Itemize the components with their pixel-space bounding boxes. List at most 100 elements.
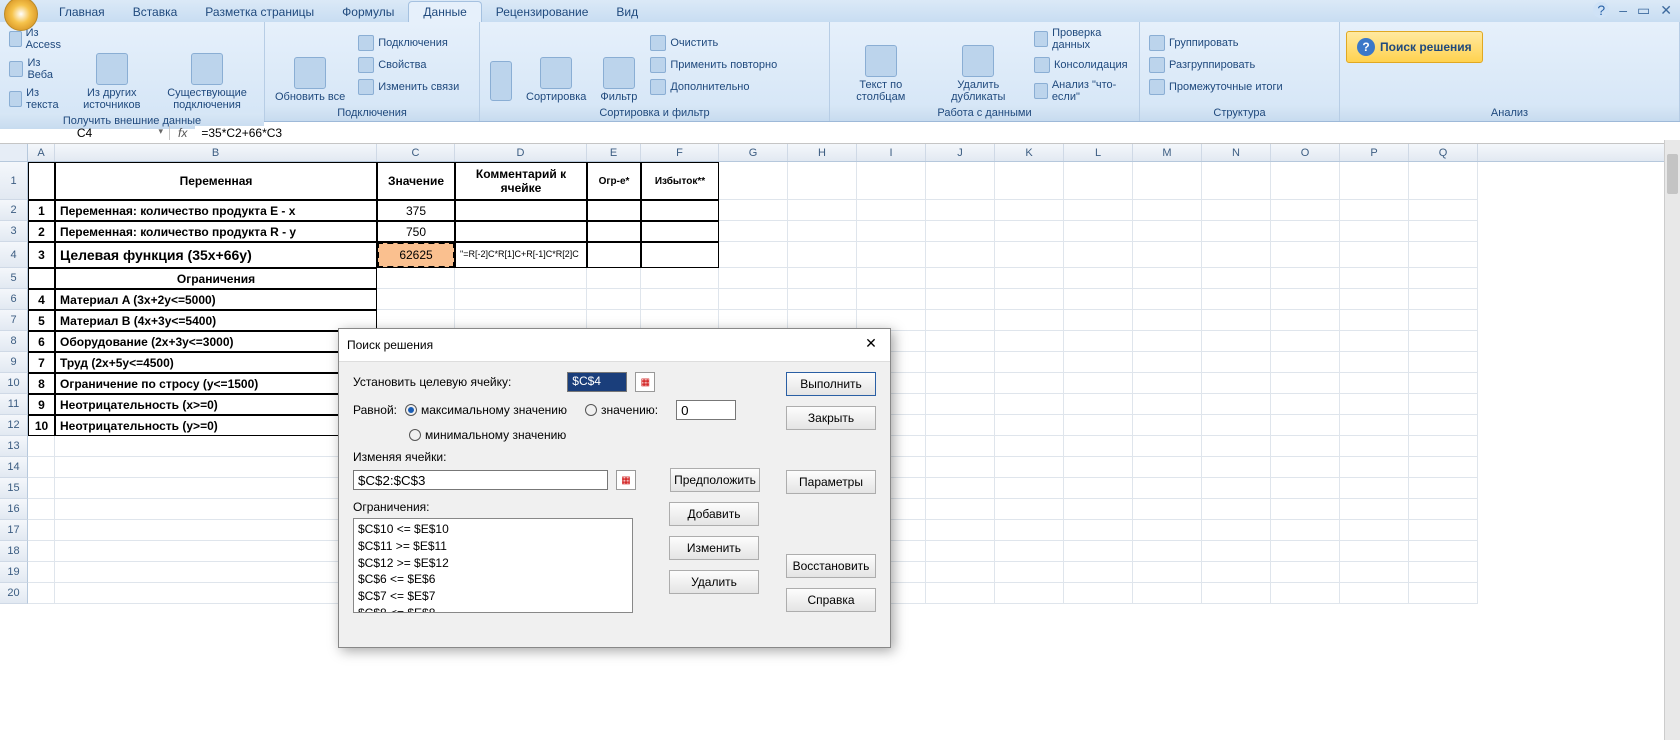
select-all-corner[interactable] [0,144,28,161]
cell[interactable] [1340,162,1409,200]
cell[interactable] [1340,520,1409,541]
cell[interactable] [926,310,995,331]
cell[interactable] [995,162,1064,200]
col-O[interactable]: O [1271,144,1340,161]
cell[interactable] [1271,562,1340,583]
cell[interactable] [28,583,55,604]
cell[interactable] [1133,331,1202,352]
row-header[interactable]: 2 [0,200,28,221]
cell[interactable] [995,200,1064,221]
cell[interactable] [28,541,55,562]
row-header[interactable]: 1 [0,162,28,200]
cell[interactable] [995,562,1064,583]
cell[interactable]: Ограничения [55,268,377,289]
constraint-item[interactable]: $C$7 <= $E$7 [358,588,628,605]
cell[interactable] [28,499,55,520]
cell[interactable] [857,200,926,221]
cell[interactable] [1133,310,1202,331]
cell[interactable] [1133,394,1202,415]
cell[interactable] [995,310,1064,331]
sort-az[interactable] [486,25,516,105]
cell[interactable] [1133,242,1202,268]
cell[interactable] [1202,520,1271,541]
cell[interactable] [1064,541,1133,562]
cell[interactable] [1340,373,1409,394]
cell[interactable] [28,478,55,499]
fx-icon[interactable]: fx [170,126,195,140]
cell[interactable]: 750 [377,221,455,242]
cell[interactable] [1340,352,1409,373]
cell[interactable] [995,499,1064,520]
cell[interactable] [1133,221,1202,242]
cell[interactable] [1133,415,1202,436]
range-picker-icon[interactable]: ▦ [635,372,655,392]
cell[interactable] [1271,331,1340,352]
cell[interactable] [1202,352,1271,373]
cell[interactable]: Переменная: количество продукта E - x [55,200,377,221]
cell[interactable] [1064,499,1133,520]
cell[interactable] [995,352,1064,373]
run-button[interactable]: Выполнить [786,372,876,396]
cell[interactable] [1271,583,1340,604]
cell[interactable] [1271,268,1340,289]
cell[interactable] [857,289,926,310]
cell[interactable] [1409,499,1478,520]
value-input[interactable] [676,400,736,420]
cell[interactable] [1064,394,1133,415]
cell[interactable] [455,200,587,221]
cell[interactable] [857,268,926,289]
row-header[interactable]: 12 [0,415,28,436]
add-button[interactable]: Добавить [669,502,759,526]
cell[interactable] [1064,268,1133,289]
col-F[interactable]: F [641,144,719,161]
restore-button[interactable]: Восстановить [786,554,876,578]
close-button[interactable]: Закрыть [786,406,876,430]
col-H[interactable]: H [788,144,857,161]
constraint-item[interactable]: $C$10 <= $E$10 [358,521,628,538]
cell[interactable] [926,200,995,221]
cell[interactable]: Неотрицательность (y>=0) [55,415,377,436]
cell[interactable] [1409,415,1478,436]
dialog-close[interactable]: ✕ [860,335,882,355]
formula-input[interactable] [195,126,1680,140]
cell[interactable] [1064,436,1133,457]
cell[interactable] [857,221,926,242]
cell[interactable] [1409,221,1478,242]
radio-value[interactable]: значению: [585,403,658,417]
data-validation[interactable]: Проверка данных [1031,25,1133,53]
row-header[interactable]: 15 [0,478,28,499]
cell[interactable] [55,457,377,478]
col-A[interactable]: A [28,144,55,161]
cell[interactable] [1271,373,1340,394]
vertical-scrollbar[interactable] [1664,140,1680,740]
cell[interactable] [1064,289,1133,310]
cell[interactable] [1064,162,1133,200]
cell[interactable] [1271,394,1340,415]
cell[interactable] [788,242,857,268]
cell[interactable] [377,289,455,310]
cell[interactable] [719,242,788,268]
cell[interactable] [1271,415,1340,436]
cell[interactable] [1133,200,1202,221]
cell[interactable] [995,457,1064,478]
cell[interactable] [1133,478,1202,499]
cell[interactable] [1340,541,1409,562]
cell[interactable] [995,478,1064,499]
cell[interactable]: 7 [28,352,55,373]
cell[interactable] [926,394,995,415]
cell[interactable] [1133,268,1202,289]
delete-button[interactable]: Удалить [669,570,759,594]
text-to-columns[interactable]: Текст по столбцам [836,25,926,105]
help-button[interactable]: Справка [786,588,876,612]
cell[interactable] [926,373,995,394]
cell[interactable] [55,562,377,583]
cell[interactable] [1202,583,1271,604]
cell[interactable] [1409,457,1478,478]
cell[interactable] [1133,436,1202,457]
cell[interactable]: 4 [28,289,55,310]
cell[interactable] [28,562,55,583]
cell[interactable] [1340,457,1409,478]
from-other[interactable]: Из других источников [73,25,150,113]
cell[interactable] [1133,562,1202,583]
cell[interactable]: Комментарий к ячейке [455,162,587,200]
